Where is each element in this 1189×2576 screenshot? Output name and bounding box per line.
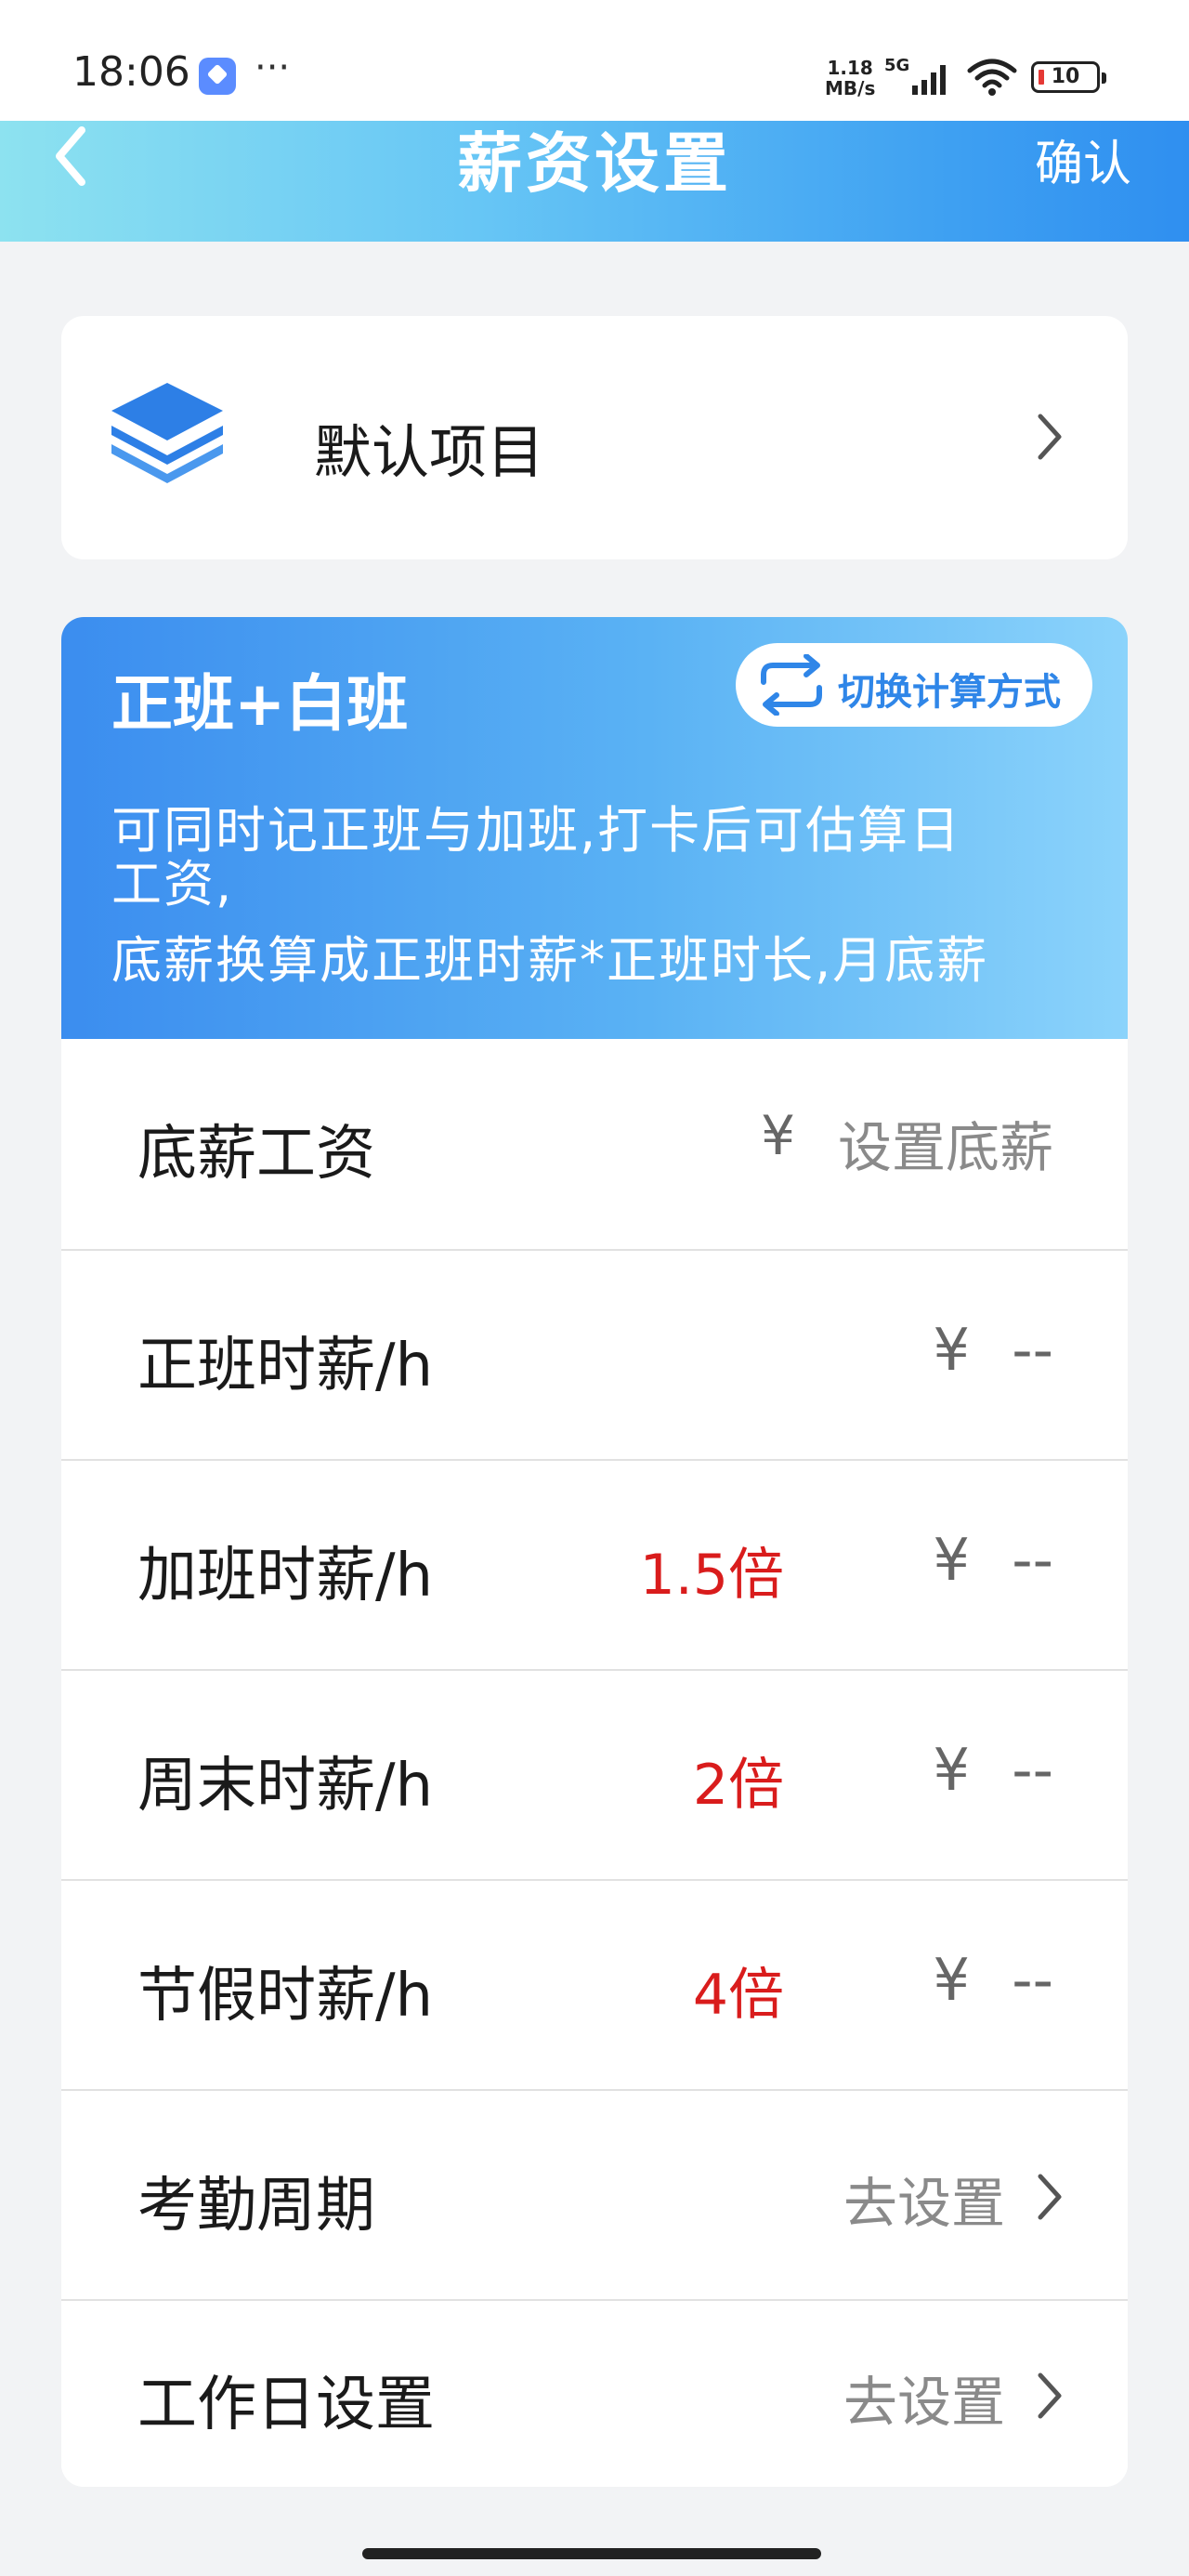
holiday-rate-row[interactable]: 节假时薪/h 4倍 ¥ -- bbox=[61, 1879, 1128, 2089]
currency-symbol: ¥ bbox=[933, 1946, 970, 2014]
layers-stack-icon bbox=[111, 383, 223, 483]
status-time: 18:06 bbox=[72, 48, 190, 96]
holiday-multiplier[interactable]: 4倍 bbox=[693, 1950, 784, 2031]
regular-rate-value: -- bbox=[1012, 1316, 1053, 1384]
description-line: 可同时记正班与加班,打卡后可估算日 bbox=[111, 801, 962, 860]
wifi-icon bbox=[967, 59, 1017, 96]
switch-calculation-label: 切换计算方式 bbox=[838, 671, 1061, 714]
base-salary-row[interactable]: 底薪工资 ¥ 设置底薪 bbox=[61, 1039, 1128, 1249]
overtime-multiplier[interactable]: 1.5倍 bbox=[640, 1530, 784, 1610]
currency-symbol: ¥ bbox=[761, 1104, 795, 1167]
workday-settings-row[interactable]: 工作日设置 去设置 bbox=[61, 2299, 1128, 2487]
page-title: 薪资设置 bbox=[457, 125, 732, 202]
home-indicator[interactable] bbox=[362, 2548, 821, 2559]
chevron-right-icon bbox=[1038, 2174, 1062, 2220]
currency-symbol: ¥ bbox=[933, 1736, 970, 1804]
swap-arrows-icon bbox=[761, 654, 822, 716]
switch-calculation-button[interactable]: 切换计算方式 bbox=[736, 643, 1092, 727]
battery-icon: 10 bbox=[1031, 61, 1106, 93]
confirm-button[interactable]: 确认 bbox=[1035, 125, 1131, 194]
salary-settings-panel: 正班+白班 切换计算方式 可同时记正班与加班,打卡后可估算日 工资, 底薪换算成… bbox=[61, 617, 1128, 2487]
attendance-cycle-label: 考勤周期 bbox=[137, 2172, 375, 2241]
default-items-card[interactable]: 默认项目 bbox=[61, 316, 1128, 559]
notification-app-icon bbox=[199, 58, 236, 95]
overtime-rate-label: 加班时薪/h bbox=[137, 1542, 434, 1610]
weekend-rate-label: 周末时薪/h bbox=[137, 1752, 434, 1820]
attendance-cycle-action: 去设置 bbox=[843, 2172, 1005, 2235]
default-items-label: 默认项目 bbox=[314, 418, 545, 486]
status-bar: 18:06 ··· 1.18 MB/s 5G 10 bbox=[0, 0, 1189, 121]
more-notifications-icon: ··· bbox=[255, 46, 291, 89]
base-salary-input[interactable]: 设置底薪 bbox=[838, 1104, 1053, 1182]
calculation-mode-title: 正班+白班 bbox=[111, 668, 409, 740]
network-speed: 1.18 MB/s bbox=[825, 58, 875, 99]
base-salary-label: 底薪工资 bbox=[137, 1120, 375, 1189]
currency-symbol: ¥ bbox=[933, 1316, 970, 1384]
network-speed-value: 1.18 bbox=[827, 57, 873, 79]
weekend-rate-value: -- bbox=[1012, 1736, 1053, 1804]
header-bar: 薪资设置 确认 bbox=[0, 121, 1189, 242]
regular-rate-row: 正班时薪/h ¥ -- bbox=[61, 1249, 1128, 1459]
overtime-rate-row[interactable]: 加班时薪/h 1.5倍 ¥ -- bbox=[61, 1459, 1128, 1669]
chevron-right-icon bbox=[1038, 414, 1062, 460]
attendance-cycle-row[interactable]: 考勤周期 去设置 bbox=[61, 2089, 1128, 2299]
weekend-rate-row[interactable]: 周末时薪/h 2倍 ¥ -- bbox=[61, 1669, 1128, 1879]
holiday-rate-value: -- bbox=[1012, 1946, 1053, 2014]
holiday-rate-label: 节假时薪/h bbox=[137, 1962, 434, 2031]
currency-symbol: ¥ bbox=[933, 1526, 970, 1594]
calculation-mode-description: 可同时记正班与加班,打卡后可估算日 工资, 底薪换算成正班时薪*正班时长,月底薪 bbox=[111, 790, 1096, 1002]
cellular-signal-icon: 5G bbox=[884, 56, 946, 95]
weekend-multiplier[interactable]: 2倍 bbox=[693, 1740, 784, 1820]
workday-settings-action: 去设置 bbox=[843, 2371, 1005, 2434]
overtime-rate-value: -- bbox=[1012, 1526, 1053, 1594]
workday-settings-label: 工作日设置 bbox=[137, 2371, 435, 2439]
description-line: 底薪换算成正班时薪*正班时长,月底薪 bbox=[111, 931, 989, 990]
calculation-mode-banner: 正班+白班 切换计算方式 可同时记正班与加班,打卡后可估算日 工资, 底薪换算成… bbox=[61, 617, 1128, 1039]
network-type-label: 5G bbox=[884, 56, 909, 75]
network-speed-unit: MB/s bbox=[825, 77, 876, 99]
chevron-right-icon bbox=[1038, 2372, 1062, 2419]
regular-rate-label: 正班时薪/h bbox=[137, 1332, 434, 1400]
